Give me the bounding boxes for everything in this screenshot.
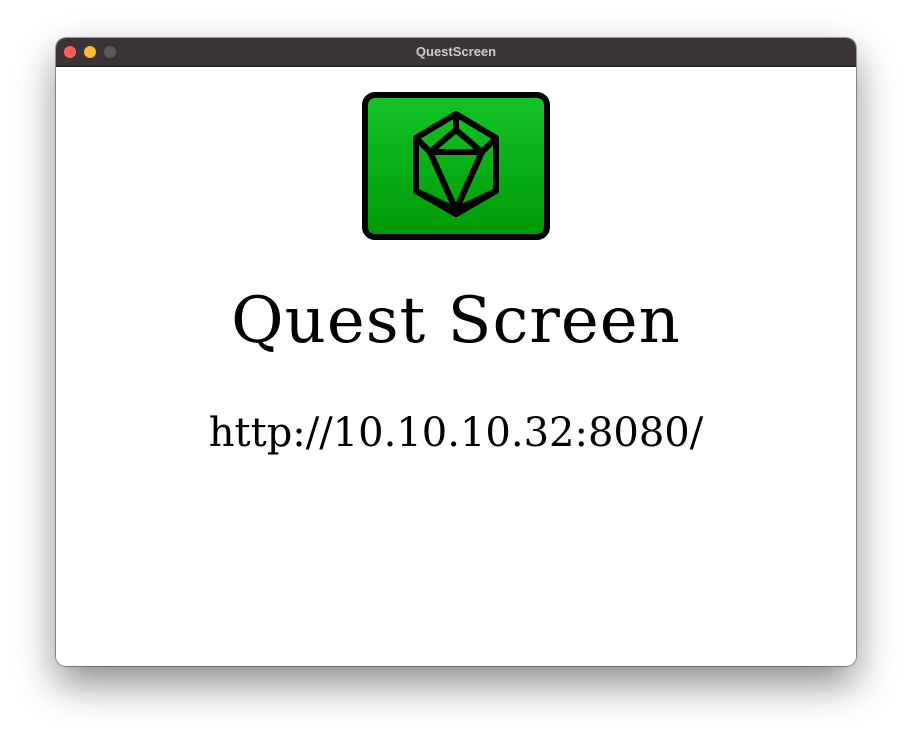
desktop: QuestScreen Quest Screen http://10.10.10… (0, 0, 912, 740)
app-window: QuestScreen Quest Screen http://10.10.10… (56, 38, 856, 666)
window-title: QuestScreen (415, 44, 497, 59)
title-bar[interactable]: QuestScreen (56, 38, 856, 67)
server-url: http://10.10.10.32:8080/ (208, 410, 704, 456)
main-content: Quest Screen http://10.10.10.32:8080/ (56, 67, 856, 666)
d20-icosahedron-icon (362, 92, 550, 240)
app-title: Quest Screen (231, 284, 681, 358)
